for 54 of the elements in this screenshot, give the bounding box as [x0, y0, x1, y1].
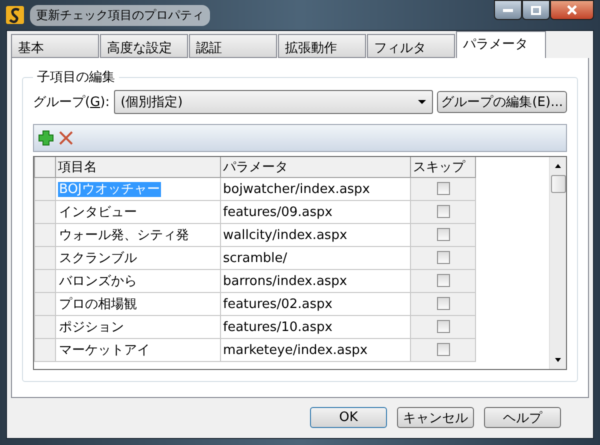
table-cell[interactable]: ウォール発、シティ発: [56, 224, 220, 246]
window-title: 更新チェック項目のプロパティ: [30, 4, 210, 26]
tab[interactable]: フィルタ: [367, 34, 455, 58]
skip-checkbox[interactable]: [436, 343, 450, 356]
table-cell[interactable]: features/09.aspx: [220, 200, 410, 224]
table-cell[interactable]: barrons/index.aspx: [220, 270, 410, 292]
app-logo-icon: [6, 6, 24, 24]
edit-group-button[interactable]: グループの編集(E)...: [437, 91, 567, 113]
table-cell[interactable]: スクランブル: [56, 246, 220, 270]
column-header[interactable]: パラメータ: [220, 157, 410, 178]
group-dropdown[interactable]: (個別指定): [114, 90, 434, 114]
group-title: 子項目の編集: [36, 69, 116, 86]
scroll-thumb[interactable]: [551, 175, 566, 193]
tab[interactable]: 拡張動作: [278, 34, 366, 58]
skip-checkbox[interactable]: [436, 297, 450, 310]
column-header[interactable]: 項目名: [56, 157, 220, 178]
maximize-button[interactable]: [522, 0, 550, 20]
table-cell[interactable]: scramble/: [220, 246, 410, 270]
dialog-button[interactable]: ヘルプ: [484, 407, 561, 428]
table-cell[interactable]: features/10.aspx: [220, 316, 410, 338]
table-cell[interactable]: マーケットアイ: [56, 338, 220, 362]
row-header[interactable]: [34, 178, 56, 200]
dialog-button[interactable]: OK: [310, 407, 387, 428]
add-icon[interactable]: [38, 130, 54, 146]
table-cell[interactable]: プロの相場観: [56, 292, 220, 316]
tab[interactable]: 認証: [189, 34, 277, 58]
skip-checkbox[interactable]: [436, 228, 450, 242]
skip-checkbox[interactable]: [436, 182, 450, 196]
minimize-icon: [503, 8, 513, 12]
table-cell[interactable]: wallcity/index.aspx: [220, 224, 410, 246]
row-header-corner: [34, 157, 56, 178]
group-label: グループ(G):: [33, 94, 110, 111]
skip-checkbox[interactable]: [436, 205, 450, 218]
table-cell[interactable]: バロンズから: [56, 270, 220, 292]
table-cell[interactable]: features/02.aspx: [220, 292, 410, 316]
column-header[interactable]: スキップ: [410, 157, 476, 178]
delete-icon[interactable]: [58, 130, 74, 146]
dropdown-arrow-icon: [418, 100, 426, 104]
dialog-button[interactable]: キャンセル: [397, 407, 474, 428]
tab[interactable]: 高度な設定: [100, 34, 188, 58]
skip-checkbox[interactable]: [436, 251, 450, 264]
minimize-button[interactable]: [494, 0, 522, 20]
scrollbar[interactable]: [549, 157, 566, 369]
table-cell[interactable]: ポジション: [56, 316, 220, 338]
close-button[interactable]: [550, 0, 594, 20]
maximize-icon: [531, 6, 541, 14]
table-cell[interactable]: bojwatcher/index.aspx: [220, 178, 410, 200]
close-icon: [567, 5, 577, 15]
tab[interactable]: 基本: [11, 34, 99, 58]
skip-checkbox[interactable]: [436, 320, 450, 334]
table-cell[interactable]: marketeye/index.aspx: [220, 338, 410, 362]
table-cell[interactable]: インタビュー: [56, 200, 220, 224]
skip-checkbox[interactable]: [436, 274, 450, 288]
tab[interactable]: パラメータ: [456, 31, 546, 58]
